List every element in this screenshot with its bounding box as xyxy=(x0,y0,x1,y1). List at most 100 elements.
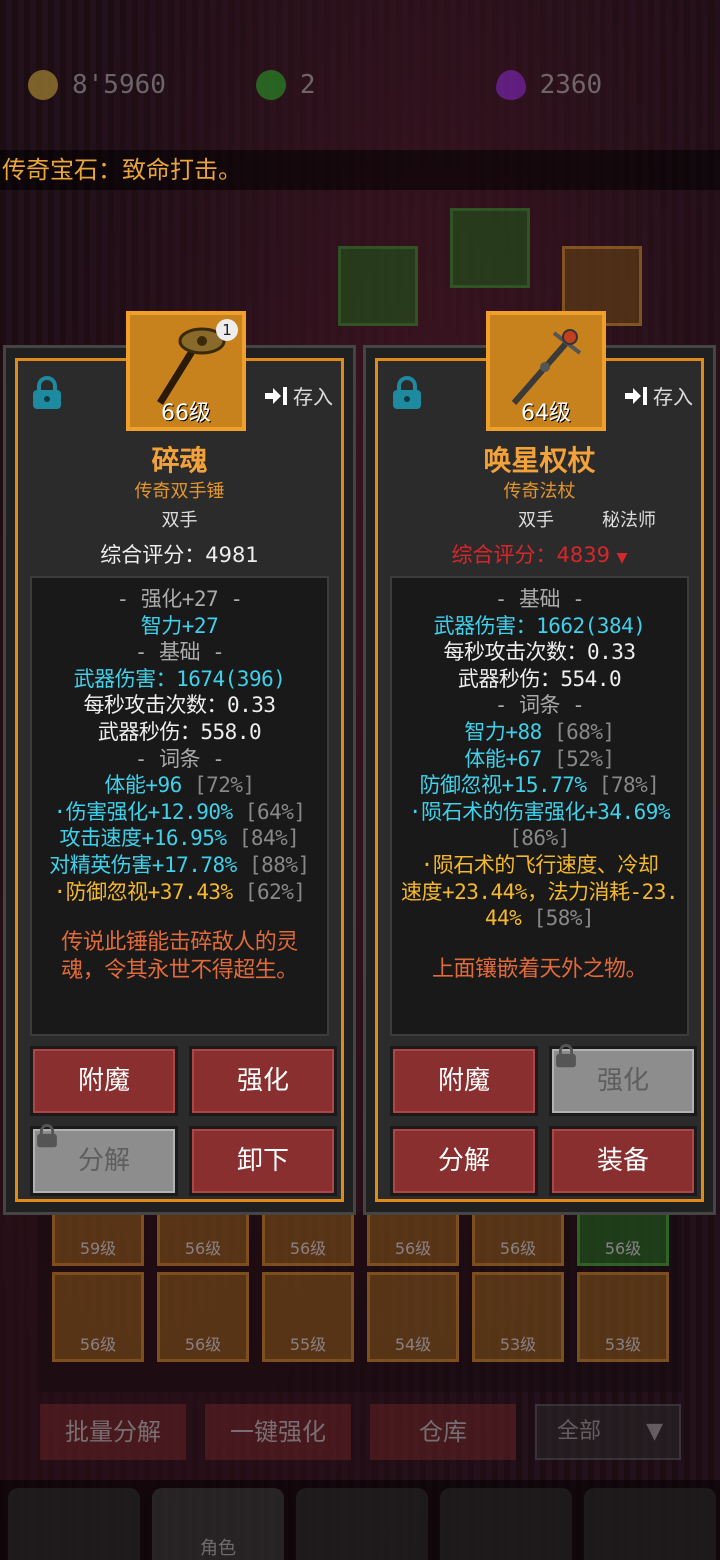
base-header: - 基础 - xyxy=(494,587,585,611)
inventory-slot[interactable]: 54级 xyxy=(367,1272,459,1362)
chevron-down-icon: ▼ xyxy=(646,1419,663,1444)
lock-icon[interactable] xyxy=(390,375,424,411)
salvage-button[interactable]: 分解 xyxy=(390,1126,538,1196)
affix-line: ·陨石术的伤害强化+34.69% xyxy=(408,799,671,824)
frame-corner xyxy=(375,1186,391,1202)
item-card: 1 66级 存入 碎魂 传奇双手锤 双手 综合评分：4981 - 强化+27 -… xyxy=(15,311,344,1202)
affix-line: 智力+88 [68%] xyxy=(464,719,615,744)
enhance-stat: 智力+27 xyxy=(140,613,219,638)
item-name: 碎魂 xyxy=(151,444,208,477)
batch-salvage-button[interactable]: 批量分解 xyxy=(40,1404,186,1460)
gem-currency: 2 xyxy=(255,70,316,100)
item-hand: 双手 xyxy=(161,510,198,531)
lock-icon xyxy=(37,1124,57,1148)
one-click-enhance-button[interactable]: 一键强化 xyxy=(205,1404,351,1460)
salvage-button[interactable]: 分解 xyxy=(30,1124,178,1196)
weapon-dps: 武器秒伤：558.0 xyxy=(97,719,262,744)
affix-line: 体能+67 [52%] xyxy=(464,746,615,771)
weapon-damage: 武器伤害：1662(384) xyxy=(433,613,646,638)
affix-line: 速度+23.44%，法力消耗-23. xyxy=(400,879,679,904)
nav-tab-character[interactable]: 角色 xyxy=(152,1488,284,1560)
enhance-button[interactable]: 强化 xyxy=(549,1044,697,1116)
nav-tab-settings[interactable] xyxy=(584,1488,716,1560)
nav-tab-map[interactable] xyxy=(8,1488,140,1560)
gem-amount: 2 xyxy=(299,70,316,100)
inventory-slot[interactable]: 53级 xyxy=(472,1272,564,1362)
gold-currency: 8'5960 xyxy=(28,70,166,100)
score-down-icon: ▼ xyxy=(616,550,628,566)
gold-coin-icon xyxy=(28,70,58,100)
gold-amount: 8'5960 xyxy=(72,70,166,100)
frame-corner xyxy=(688,1186,704,1202)
equip-button[interactable]: 装备 xyxy=(549,1126,697,1196)
item-description: 上面镶嵌着天外之物。 xyxy=(431,956,648,982)
bg-item xyxy=(338,246,418,326)
soul-currency: 2360 xyxy=(495,70,603,100)
unequip-button[interactable]: 卸下 xyxy=(189,1126,337,1196)
system-message: 传奇宝石：致命打击。 xyxy=(0,150,720,190)
item-thumbnail: 64级 xyxy=(486,311,606,431)
affix-line: ·伤害强化+12.90% [64%] xyxy=(53,799,306,824)
item-card: 64级 存入 唤星权杖 传奇法杖 双手 秘法师 综合评分：4839 ▼ - 基础… xyxy=(375,311,704,1202)
item-level: 66级 xyxy=(161,401,211,426)
currency-bar: 8'5960 2 2360 xyxy=(28,60,708,110)
item-stats: - 强化+27 - 智力+27 - 基础 - 武器伤害：1674(396) 每秒… xyxy=(30,576,329,1036)
inventory-slot[interactable]: 55级 xyxy=(262,1272,354,1362)
affix-line: 44% [58%] xyxy=(484,906,595,931)
attack-speed: 每秒攻击次数：0.33 xyxy=(443,640,636,665)
frame-corner xyxy=(15,1186,31,1202)
nav-tab-book[interactable] xyxy=(440,1488,572,1560)
item-name: 唤星权杖 xyxy=(483,444,596,477)
affix-line: ·陨石术的飞行速度、冷却 xyxy=(420,852,659,877)
weapon-dps: 武器秒伤：554.0 xyxy=(457,666,622,691)
affix-line: ·防御忽视+37.43% [62%] xyxy=(53,879,306,904)
affix-header: - 词条 - xyxy=(494,693,585,718)
affix-line: 对精英伤害+17.78% [88%] xyxy=(49,852,310,877)
store-arrow-icon xyxy=(265,386,287,405)
store-button[interactable]: 存入 xyxy=(623,381,693,410)
soul-amount: 2360 xyxy=(539,70,603,100)
bg-item xyxy=(450,208,530,288)
attack-speed: 每秒攻击次数：0.33 xyxy=(83,693,276,718)
lock-icon[interactable] xyxy=(30,375,64,411)
affix-line: 防御忽视+15.77% [78%] xyxy=(419,773,660,798)
item-score: 综合评分：4839 ▼ xyxy=(451,543,628,567)
affix-roll: [86%] xyxy=(509,826,570,851)
item-hand: 双手 xyxy=(518,510,554,531)
item-type: 传奇法杖 xyxy=(503,481,576,502)
purple-soul-icon xyxy=(495,70,526,100)
base-header: - 基础 - xyxy=(134,640,225,665)
lock-icon xyxy=(556,1044,576,1068)
weapon-damage: 武器伤害：1674(396) xyxy=(73,666,286,691)
compare-item-panel: 64级 存入 唤星权杖 传奇法杖 双手 秘法师 综合评分：4839 ▼ - 基础… xyxy=(363,311,716,1215)
enhance-header: - 强化+27 - xyxy=(116,587,243,611)
affix-header: - 词条 - xyxy=(134,746,225,771)
equipped-item-panel: 1 66级 存入 碎魂 传奇双手锤 双手 综合评分：4981 - 强化+27 -… xyxy=(3,311,356,1215)
store-arrow-icon xyxy=(625,386,647,405)
nav-tab-home[interactable] xyxy=(296,1488,428,1560)
inventory-slot[interactable]: 56级 xyxy=(157,1272,249,1362)
item-thumbnail: 1 66级 xyxy=(126,311,246,431)
enchant-button[interactable]: 附魔 xyxy=(390,1046,538,1116)
item-class: 秘法师 xyxy=(602,510,656,531)
warehouse-button[interactable]: 仓库 xyxy=(370,1404,516,1460)
system-message-text: 传奇宝石：致命打击。 xyxy=(2,156,242,184)
store-button[interactable]: 存入 xyxy=(263,381,333,410)
green-gem-icon xyxy=(255,70,286,100)
item-stats: - 基础 - 武器伤害：1662(384) 每秒攻击次数：0.33 武器秒伤：5… xyxy=(390,576,689,1036)
item-description: 传说此锤能击碎敌人的灵 魂，令其永世不得超生。 xyxy=(61,930,298,984)
filter-dropdown[interactable]: 全部 ▼ xyxy=(535,1404,681,1460)
affix-line: 攻击速度+16.95% [84%] xyxy=(59,826,300,851)
inventory-slot[interactable]: 53级 xyxy=(577,1272,669,1362)
affix-line: 体能+96 [72%] xyxy=(104,773,255,798)
item-count-badge: 1 xyxy=(216,319,238,341)
enhance-button[interactable]: 强化 xyxy=(189,1046,337,1116)
inventory-grid: 59级 56级 56级 56级 56级 56级 56级 56级 55级 54级 … xyxy=(38,1176,682,1392)
item-level: 64级 xyxy=(521,401,571,426)
inventory-slot[interactable]: 56级 xyxy=(52,1272,144,1362)
enchant-button[interactable]: 附魔 xyxy=(30,1046,178,1116)
item-type: 传奇双手锤 xyxy=(134,481,225,502)
bottom-nav: 角色 xyxy=(0,1480,720,1560)
item-score: 综合评分：4981 xyxy=(100,543,259,567)
frame-corner xyxy=(328,1186,344,1202)
